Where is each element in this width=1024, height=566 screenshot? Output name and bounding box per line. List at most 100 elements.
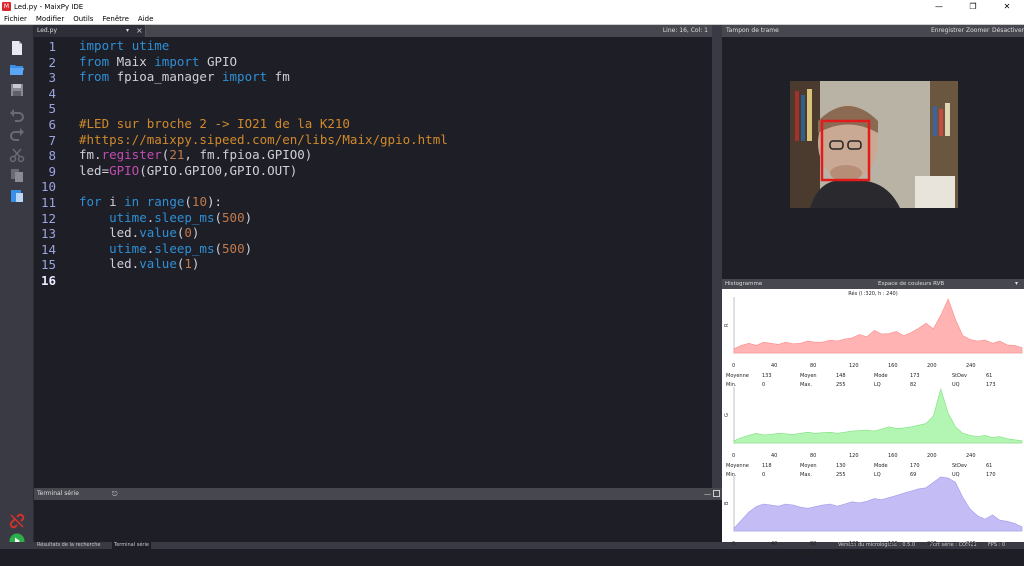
code-token: ) <box>191 256 200 272</box>
line-number-gutter: 12345678910111213141516▾ <box>34 37 82 488</box>
stat-label: Mode <box>874 463 888 469</box>
line-number: 12 <box>40 210 56 226</box>
code-editor[interactable]: import utime from Maix import GPIO from fp… <box>76 37 712 488</box>
code-line: from Maix import GPIO <box>79 54 237 70</box>
code-token: ): <box>206 194 223 209</box>
stat-value: 173 <box>910 373 920 379</box>
line-number: 15 <box>40 257 56 273</box>
stat-value: 123 <box>836 551 846 557</box>
code-token: from <box>79 69 110 85</box>
code-token: import <box>79 38 125 53</box>
channel-label: B <box>724 501 730 505</box>
maximize-panel-icon[interactable] <box>713 490 720 497</box>
code-line: utime.sleep_ms(500) <box>79 241 252 257</box>
copy-icon[interactable] <box>9 167 25 183</box>
code-token: GPIO <box>199 53 238 69</box>
stat-value: 133 <box>762 373 772 379</box>
tick-label: 240 <box>966 541 976 547</box>
code-token: in <box>124 194 140 209</box>
line-number: 16 <box>40 273 56 288</box>
framebuffer-header: Tampon de trame Enregistrer Zoomer Désac… <box>722 25 1024 37</box>
close-tab-icon[interactable]: × <box>136 25 143 36</box>
stat-label: Moyen <box>800 551 817 557</box>
tick-label: 160 <box>888 363 898 369</box>
stat-label: Mode <box>874 551 888 557</box>
histogram-area: Rés (l :320, h : 240) R 0 40 80 120 160 200 240… <box>722 289 1024 566</box>
maximize-icon[interactable]: ❐ <box>956 0 990 13</box>
line-number: 7 <box>48 132 56 148</box>
framebuffer-title: Tampon de trame <box>726 27 779 34</box>
code-token: GPIO <box>109 162 140 178</box>
line-number: 5 <box>48 101 56 117</box>
line-number: 6 <box>48 117 56 132</box>
histogram-b-area <box>733 476 1023 532</box>
line-number: 9 <box>48 163 56 179</box>
tab-led-py[interactable]: Led.py ▾ × <box>34 25 146 37</box>
colorspace-select[interactable]: Espace de couleurs RVB <box>878 279 944 289</box>
cut-icon[interactable] <box>9 147 25 163</box>
stat-value: 116 <box>762 551 772 557</box>
new-file-icon[interactable] <box>9 40 25 56</box>
code-token: fpioa_manager <box>109 69 222 85</box>
tab-serial-terminal[interactable]: Terminal série <box>112 542 151 549</box>
stat-label: Moyen <box>800 463 817 469</box>
line-number: 10 <box>40 179 56 195</box>
undo-icon[interactable] <box>9 107 25 123</box>
stat-value: 148 <box>836 373 846 379</box>
tab-label: Led.py <box>37 27 58 34</box>
fps-readout: FPS : 0 <box>988 542 1006 548</box>
menu-tools[interactable]: Outils <box>69 15 98 23</box>
terminal-header: Terminal série ⎋ — <box>34 488 722 500</box>
save-icon[interactable] <box>9 82 25 98</box>
menu-bar: Fichier Modifier Outils Fenêtre Aide <box>0 13 1024 25</box>
code-token: 0 <box>184 225 192 241</box>
tick-label: 160 <box>888 541 898 547</box>
save-frame-button[interactable]: Enregistrer <box>931 25 964 37</box>
maixpy-app-icon: M <box>2 2 11 11</box>
code-token: (GPIO.GPIO0,GPIO.OUT) <box>139 162 298 178</box>
serial-terminal[interactable] <box>34 500 712 542</box>
editor-scrollbar[interactable] <box>712 25 722 488</box>
disable-button[interactable]: Désactiver <box>992 25 1024 37</box>
menu-help[interactable]: Aide <box>134 15 158 23</box>
code-token: ) <box>191 225 200 241</box>
redo-icon[interactable] <box>9 126 25 142</box>
tick-label: 240 <box>966 363 976 369</box>
code-token: #https://maixpy.sipeed.com/en/libs/Maix/… <box>79 131 448 147</box>
editor-tab-bar: Led.py ▾ × Line: 16, Col: 1 <box>34 25 712 37</box>
chevron-down-icon[interactable]: ▾ <box>126 25 129 37</box>
disconnected-link-icon[interactable] <box>9 513 25 529</box>
chevron-down-icon[interactable]: ▾ <box>1015 279 1018 289</box>
code-token: sleep_ms <box>154 209 215 225</box>
histogram-header: Histogramme Espace de couleurs RVB ▾ <box>722 279 1024 289</box>
minimize-panel-icon[interactable]: — <box>704 488 711 500</box>
minimize-icon[interactable]: — <box>922 0 956 13</box>
close-icon[interactable]: ✕ <box>990 0 1024 13</box>
tick-label: 240 <box>966 453 976 459</box>
clear-terminal-icon[interactable]: ⎋ <box>112 488 118 500</box>
paste-icon[interactable] <box>9 187 25 203</box>
menu-window[interactable]: Fenêtre <box>98 15 133 23</box>
tick-label: 200 <box>927 453 937 459</box>
open-folder-icon[interactable] <box>9 61 25 77</box>
code-token: fm. <box>79 147 102 163</box>
code-token: from <box>79 53 110 69</box>
code-token: ) <box>244 240 253 256</box>
stat-label: Moyenne <box>726 463 749 469</box>
tab-search-results[interactable]: Résultats de la recherche <box>37 542 101 549</box>
line-number: 8 <box>48 148 56 164</box>
tick-label: 120 <box>849 453 859 459</box>
histogram-g-area <box>733 387 1023 444</box>
zoom-button[interactable]: Zoomer <box>966 25 989 37</box>
code-token: , fm.fpioa.GPIO0) <box>184 147 313 163</box>
code-line: #LED sur broche 2 -> IO21 de la K210 <box>79 116 350 132</box>
code-line: fm.register(21, fm.fpioa.GPIO0) <box>79 147 312 163</box>
code-token: Maix <box>109 53 155 69</box>
stat-value: 66 <box>910 560 917 566</box>
menu-edit[interactable]: Modifier <box>32 15 69 23</box>
terminal-label: Terminal série <box>37 490 79 497</box>
menu-file[interactable]: Fichier <box>0 15 32 23</box>
tick-label: 120 <box>849 541 859 547</box>
